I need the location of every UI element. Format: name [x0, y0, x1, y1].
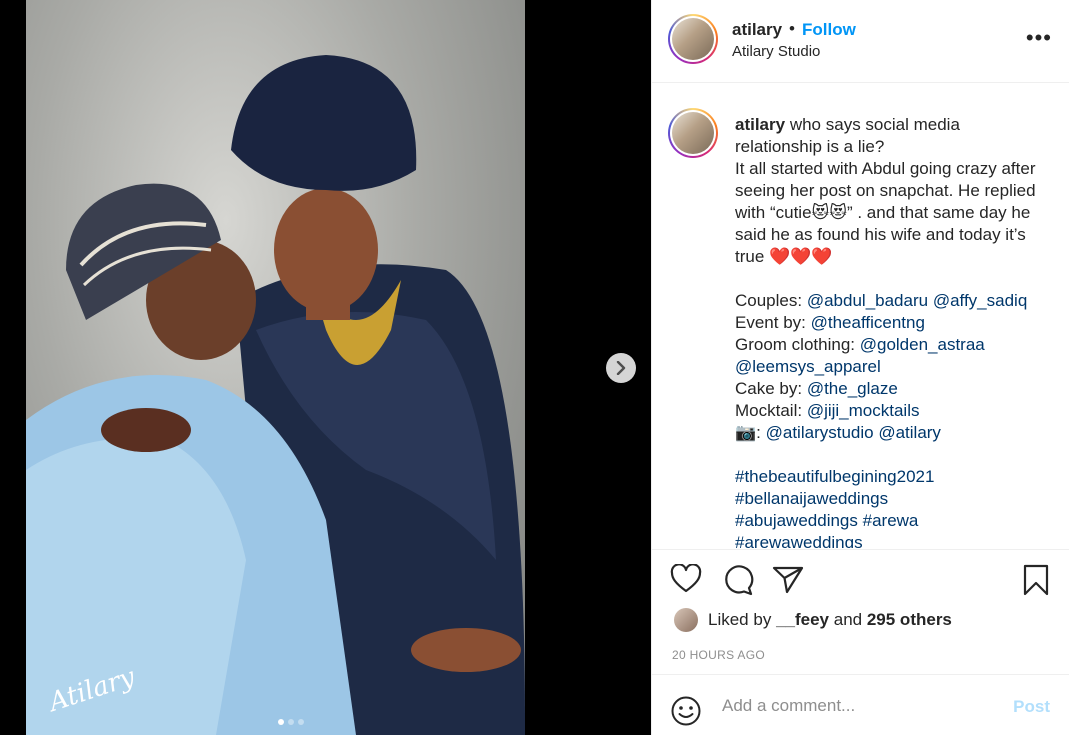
caption-section: atilary who says social media relationsh… — [652, 84, 1069, 548]
post-side-panel: atilary • Follow Atilary Studio ••• atil… — [651, 0, 1069, 735]
hashtag-link[interactable]: #abujaweddings — [735, 511, 858, 530]
mention-link[interactable]: @the_glaze — [807, 379, 898, 398]
caption-credit-couples: Couples: @abdul_badaru @affy_sadiq — [735, 291, 1028, 310]
post-photo[interactable]: Atilary — [26, 0, 525, 735]
mention-link[interactable]: @atilarystudio — [766, 423, 874, 442]
separator-dot: • — [789, 19, 795, 38]
share-icon[interactable] — [772, 564, 804, 599]
mention-link[interactable]: @jiji_mocktails — [807, 401, 920, 420]
post-timestamp[interactable]: 20 HOURS AGO — [672, 648, 765, 662]
follow-button[interactable]: Follow — [802, 20, 856, 40]
caption-credit-camera: 📷: @atilarystudio @atilary — [735, 422, 1050, 444]
liker-username[interactable]: __feey — [776, 610, 829, 630]
bookmark-icon[interactable] — [1022, 564, 1050, 601]
heart-icon[interactable] — [670, 563, 702, 599]
post-actions: Liked by __feey and 295 others 20 HOURS … — [652, 549, 1069, 735]
hashtag-link[interactable]: #arewaweddings — [735, 533, 863, 548]
post-comment-button[interactable]: Post — [1013, 697, 1050, 717]
post-location[interactable]: Atilary Studio — [732, 43, 820, 60]
likes-summary: Liked by __feey and 295 others — [674, 608, 952, 632]
post-header: atilary • Follow Atilary Studio ••• — [652, 0, 1069, 83]
post-caption: atilary who says social media relationsh… — [735, 114, 1050, 548]
mention-link[interactable]: @golden_astraa — [860, 335, 985, 354]
liker-avatar[interactable] — [674, 608, 698, 632]
caption-avatar[interactable] — [668, 108, 718, 158]
slide-dot-active — [278, 719, 284, 725]
mention-link[interactable]: @leemsys_apparel — [735, 357, 881, 376]
caption-credit-mocktail: Mocktail: @jiji_mocktails — [735, 401, 920, 420]
mention-link[interactable]: @atilary — [878, 423, 941, 442]
more-options-icon[interactable]: ••• — [1026, 27, 1052, 49]
mention-link[interactable]: @affy_sadiq — [933, 291, 1027, 310]
caption-credit-groom: Groom clothing: @golden_astraa — [735, 335, 985, 354]
post-media: Atilary — [0, 0, 651, 735]
slide-dot — [288, 719, 294, 725]
emoji-icon[interactable] — [670, 695, 702, 732]
hashtag-link[interactable]: #bellanaijaweddings — [735, 489, 888, 508]
mention-link[interactable]: @theafficentng — [811, 313, 925, 332]
next-slide-button[interactable] — [606, 353, 636, 383]
couple-illustration — [26, 55, 525, 735]
camera-icon: 📷: — [735, 423, 761, 442]
hashtag-link[interactable]: #arewa — [863, 511, 919, 530]
caption-credit-cake: Cake by: @the_glaze — [735, 379, 898, 398]
comment-input[interactable] — [722, 693, 992, 719]
comment-icon[interactable] — [722, 564, 754, 601]
post-username[interactable]: atilary — [732, 20, 782, 40]
slide-dot — [298, 719, 304, 725]
caption-credit-event: Event by: @theafficentng — [735, 313, 925, 332]
comment-bar: Post — [652, 674, 1069, 735]
caption-credit-groom-2: @leemsys_apparel — [735, 356, 1050, 378]
slide-indicator — [278, 719, 304, 725]
likes-count-link[interactable]: 295 others — [867, 610, 952, 630]
chevron-right-icon — [616, 361, 626, 375]
caption-text: It all started with Abdul going crazy af… — [735, 159, 1036, 266]
mention-link[interactable]: @abdul_badaru — [807, 291, 928, 310]
hashtag-link[interactable]: #thebeautifulbegining2021 — [735, 467, 934, 486]
caption-username[interactable]: atilary — [735, 115, 785, 134]
avatar[interactable] — [668, 14, 718, 64]
